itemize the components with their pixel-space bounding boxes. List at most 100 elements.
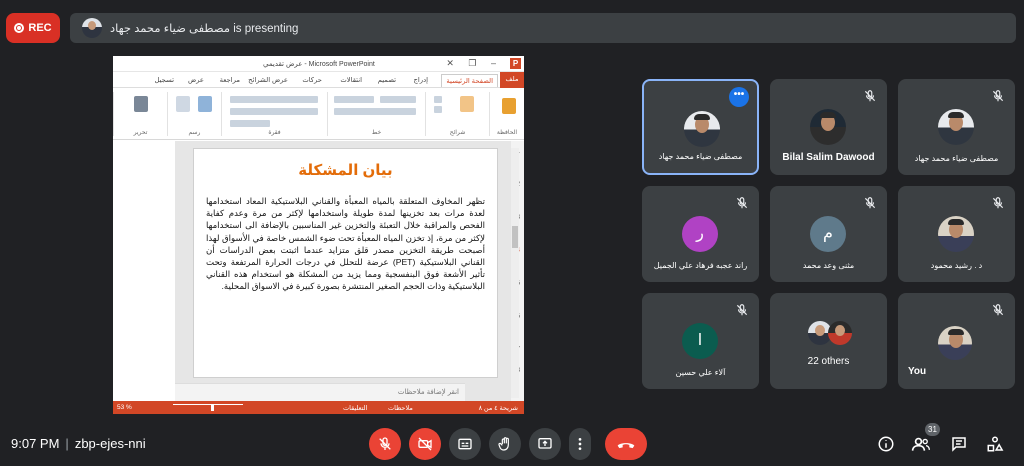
ribbon-group-font: خط	[327, 92, 425, 136]
more-vert-icon	[578, 438, 582, 450]
meeting-time: 9:07 PM	[11, 436, 60, 451]
people-button[interactable]	[911, 434, 931, 454]
participant-avatar	[938, 216, 974, 252]
meeting-info: 9:07 PM | zbp-ejes-nni	[11, 436, 146, 451]
participant-avatar	[810, 109, 846, 145]
meet-window: REC مصطفى ضياء محمد جهاد is presenting ع…	[0, 0, 1024, 466]
camera-off-icon	[418, 437, 432, 451]
meeting-details-button[interactable]	[876, 434, 896, 454]
window-controls-icon: ✕ ❐ –	[446, 58, 502, 68]
more-options-button[interactable]	[569, 428, 591, 460]
captions-icon	[458, 438, 472, 450]
people-count-badge: 31	[925, 423, 940, 436]
others-tile[interactable]: 22 others	[770, 293, 887, 389]
tab-animations[interactable]: حركات	[302, 76, 322, 84]
paste-icon[interactable]	[502, 98, 516, 114]
zoom-slider-handle[interactable]	[211, 404, 214, 411]
ribbon-group-paragraph: فقرة	[221, 92, 327, 136]
tab-view[interactable]: عرض	[188, 76, 204, 84]
meeting-code[interactable]: zbp-ejes-nni	[75, 436, 146, 451]
notes-pane[interactable]: انقر لإضافة ملاحظات	[175, 383, 465, 401]
tab-design[interactable]: تصميم	[378, 76, 396, 84]
participant-tile[interactable]: د . رشيد محمود	[898, 186, 1015, 282]
presenting-banner: مصطفى ضياء محمد جهاد is presenting	[70, 13, 1016, 43]
editor-scrollbar[interactable]	[511, 148, 519, 398]
others-count: 22 others	[807, 356, 850, 367]
tab-slideshow[interactable]: عرض الشرائح	[248, 76, 288, 84]
participant-name: راند عجبه فرهاد علي الجميل	[653, 261, 748, 270]
presenting-text: مصطفى ضياء محمد جهاد is presenting	[110, 23, 299, 35]
activities-icon	[987, 436, 1004, 452]
current-slide[interactable]: بيان المشكلة تظهر المخاوف المتعلقة بالمي…	[193, 148, 498, 378]
participant-avatar	[828, 321, 852, 345]
people-icon	[911, 437, 930, 451]
participant-avatar	[938, 109, 974, 145]
participant-avatar: ا	[682, 323, 718, 359]
find-icon[interactable]	[134, 96, 148, 112]
leave-call-button[interactable]	[605, 428, 647, 460]
shared-screen: عرض تقديمي - Microsoft PowerPoint ✕ ❐ – …	[113, 56, 524, 414]
mic-toggle-button[interactable]	[369, 428, 401, 460]
comments-button[interactable]: التعليقات	[343, 404, 367, 412]
chat-icon	[952, 437, 966, 452]
shapes-icon[interactable]	[198, 96, 212, 112]
ribbon-group-editing: تحرير	[113, 92, 167, 136]
self-tile[interactable]: You	[898, 293, 1015, 389]
mic-off-icon	[992, 197, 1004, 209]
info-icon	[878, 436, 894, 452]
participant-avatar	[684, 111, 720, 147]
chat-button[interactable]	[949, 434, 969, 454]
participant-tile[interactable]: مصطفى ضياء محمد جهاد	[898, 79, 1015, 175]
tab-review[interactable]: مراجعة	[220, 76, 240, 84]
end-call-icon	[617, 443, 635, 449]
zoom-level[interactable]: 53 %	[117, 404, 132, 411]
participant-avatar: ر	[682, 216, 718, 252]
tab-home[interactable]: الصفحة الرئيسية	[441, 74, 498, 87]
ribbon-group-clipboard: الحافظة	[489, 92, 524, 136]
presenter-avatar	[82, 18, 102, 38]
camera-toggle-button[interactable]	[409, 428, 441, 460]
raise-hand-button[interactable]	[489, 428, 521, 460]
slide-counter: شريحة ٤ من ٨	[478, 405, 518, 412]
slide-body-text: تظهر المخاوف المتعلقة بالمياه المعبأة وا…	[206, 196, 485, 292]
activities-button[interactable]	[985, 434, 1005, 454]
participant-name: مصطفى ضياء محمد جهاد	[914, 154, 999, 163]
participant-tile[interactable]: م مثنى وعد محمد	[770, 186, 887, 282]
participant-tile[interactable]: Bilal Salim Dawood	[770, 79, 887, 175]
ribbon-group-drawing: رسم	[167, 92, 221, 136]
recording-indicator[interactable]: REC	[6, 13, 60, 43]
arrange-icon[interactable]	[176, 96, 190, 112]
hand-icon	[498, 437, 509, 451]
participant-name: د . رشيد محمود	[930, 261, 983, 270]
powerpoint-logo-icon: P	[510, 58, 521, 69]
participant-tile[interactable]: ر راند عجبه فرهاد علي الجميل	[642, 186, 759, 282]
recording-label: REC	[28, 22, 52, 34]
mic-off-icon	[736, 197, 748, 209]
ribbon-group-slides: شرائح	[425, 92, 489, 136]
tab-record[interactable]: تسجيل	[154, 76, 174, 84]
participant-tile[interactable]: ا آلاء علي حسين	[642, 293, 759, 389]
ribbon-tabs: ملف الصفحة الرئيسية إدراج تصميم انتقالات…	[113, 72, 524, 88]
tab-transitions[interactable]: انتقالات	[340, 76, 362, 84]
new-slide-icon[interactable]	[460, 96, 474, 112]
mic-off-icon	[864, 197, 876, 209]
mic-off-icon	[736, 304, 748, 316]
powerpoint-titlebar: عرض تقديمي - Microsoft PowerPoint ✕ ❐ – …	[113, 56, 524, 72]
present-button[interactable]	[529, 428, 561, 460]
participant-avatar: م	[810, 216, 846, 252]
ribbon: الحافظة شرائح خط فقرة رسم تحرير	[113, 88, 524, 140]
present-screen-icon	[538, 438, 552, 449]
tab-insert[interactable]: إدراج	[414, 76, 428, 84]
more-options-icon[interactable]: •••	[729, 87, 749, 107]
mic-off-icon	[379, 437, 391, 450]
participant-name: مثنى وعد محمد	[802, 261, 855, 270]
zoom-slider[interactable]	[173, 404, 243, 405]
participant-tile[interactable]: ••• مصطفى ضياء محمد جهاد	[642, 79, 759, 175]
captions-button[interactable]	[449, 428, 481, 460]
notes-button[interactable]: ملاحظات	[388, 404, 413, 412]
powerpoint-statusbar: 53 % التعليقات ملاحظات شريحة ٤ من ٨	[113, 401, 524, 414]
slide-title: بيان المشكلة	[298, 162, 393, 179]
record-icon	[14, 23, 25, 33]
tab-file[interactable]: ملف	[500, 72, 524, 88]
mic-off-icon	[992, 304, 1004, 316]
